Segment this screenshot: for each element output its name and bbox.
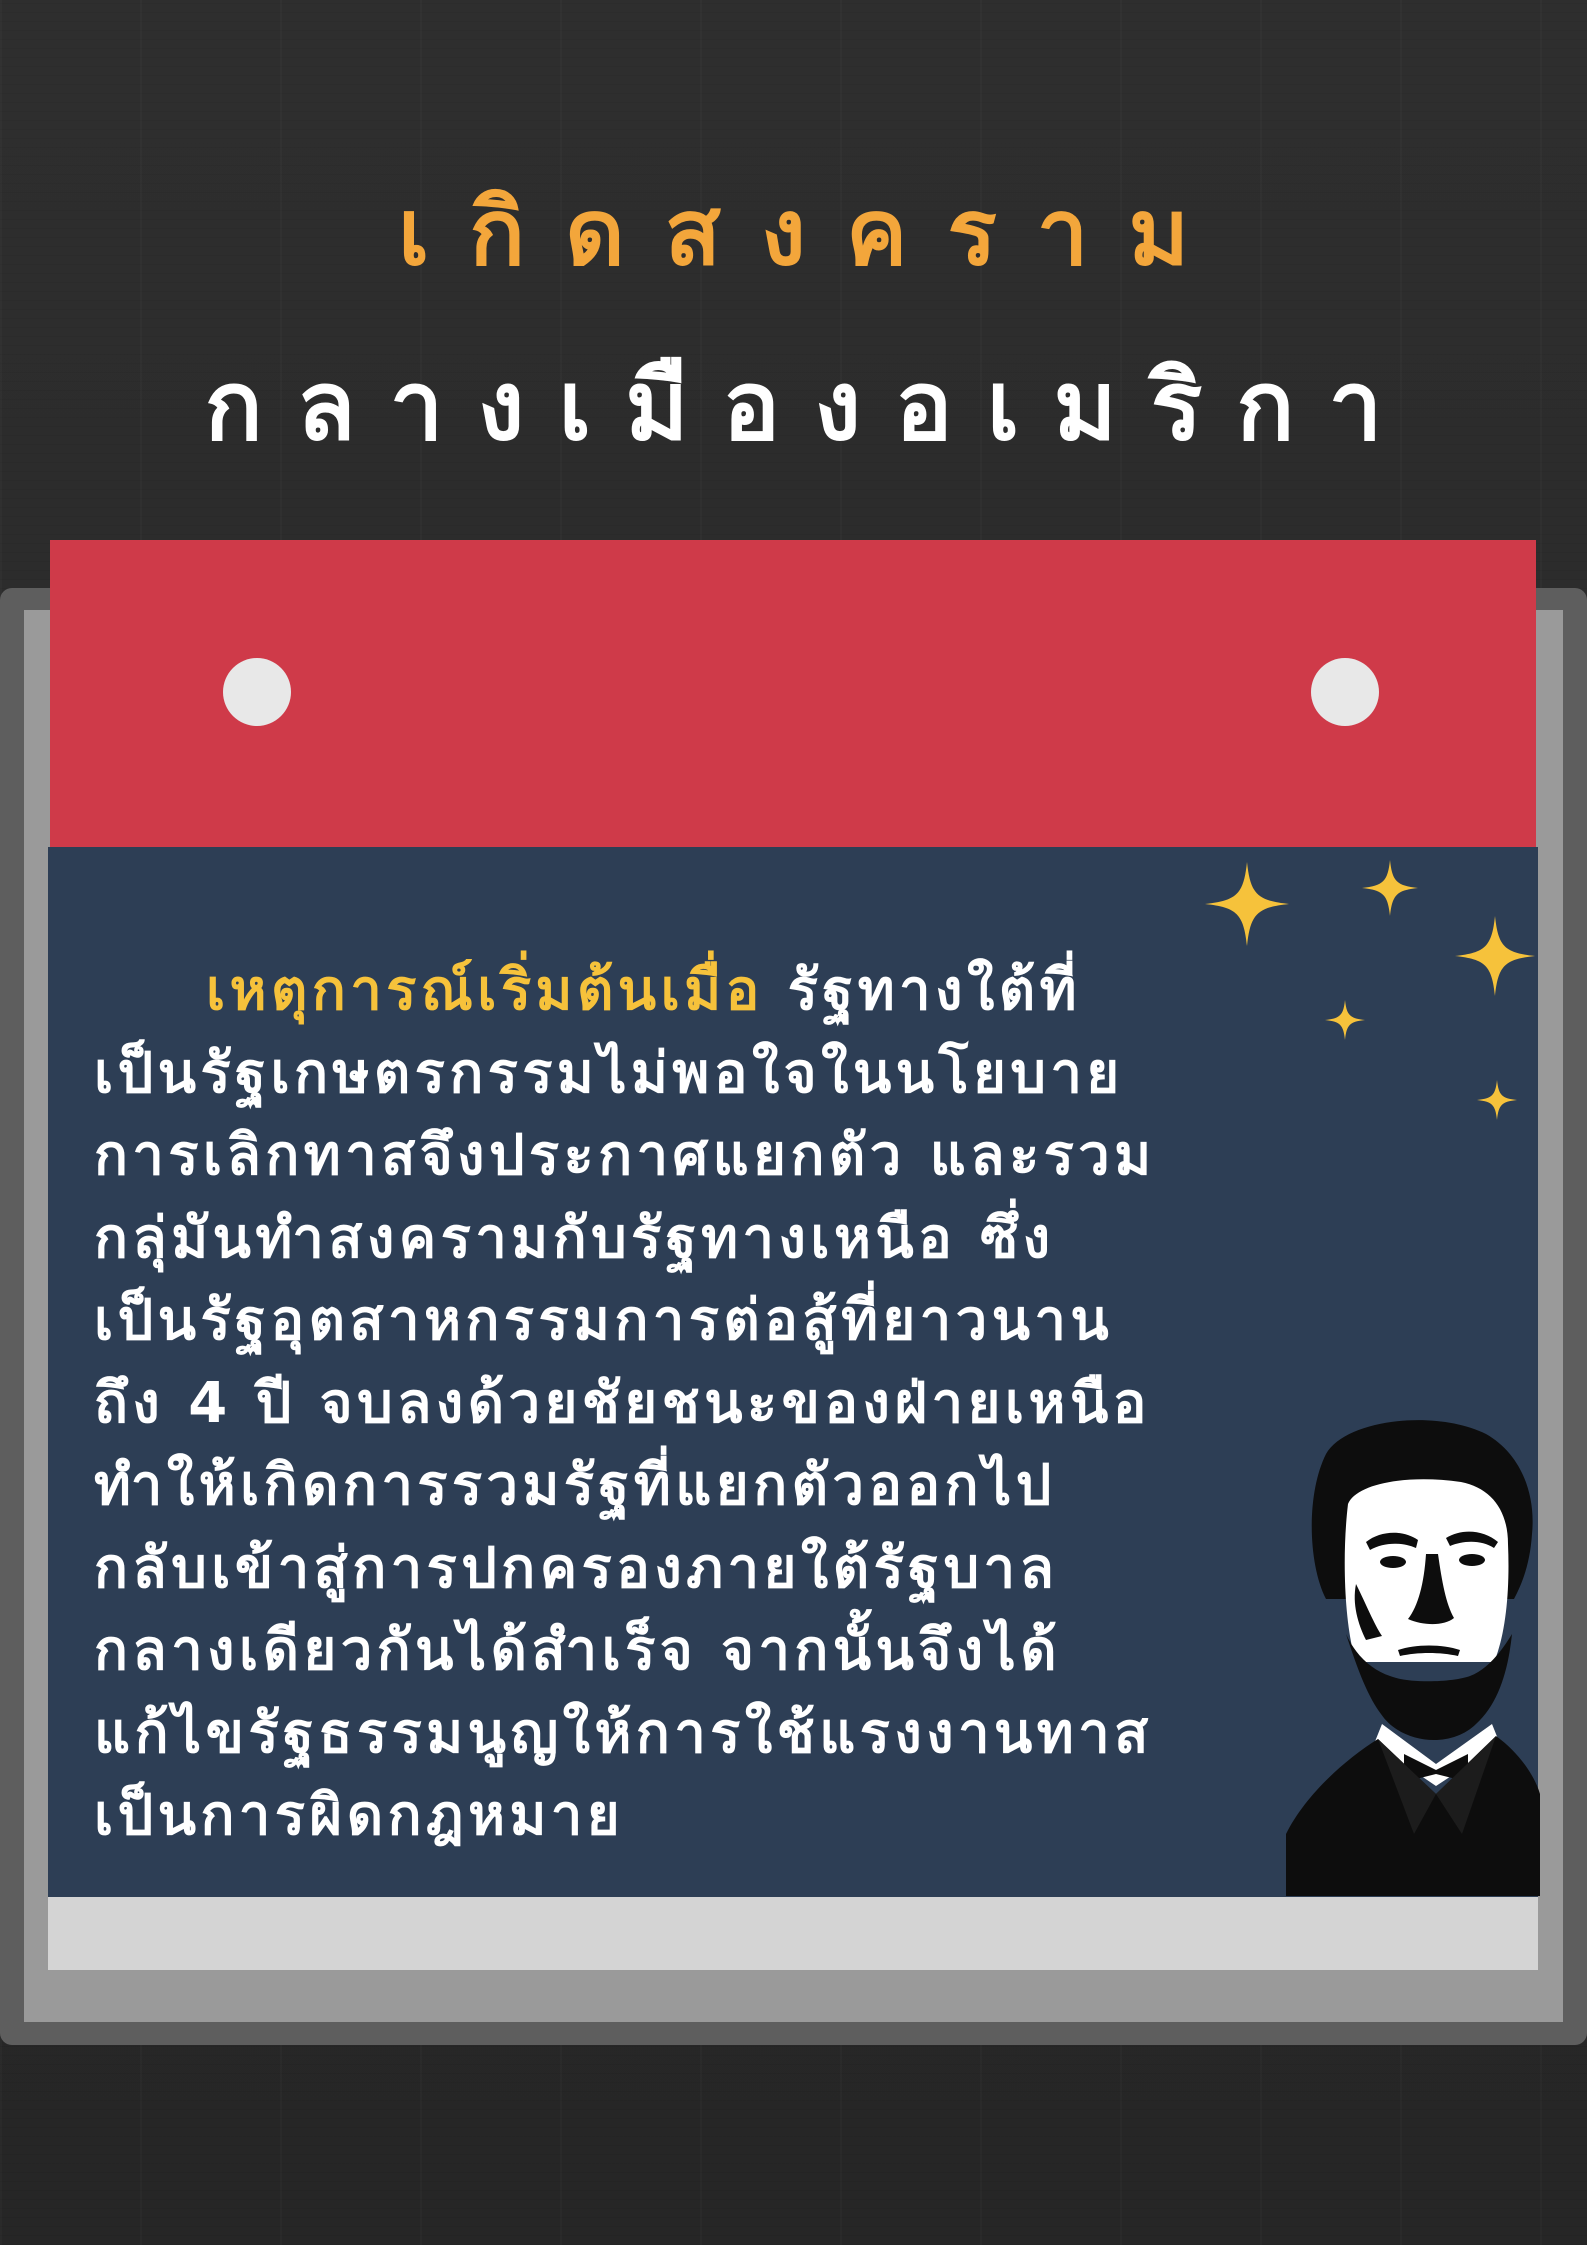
- body-line-text: รัฐทางใต้ที่: [763, 958, 1082, 1023]
- calendar-ring-right: [1311, 658, 1379, 726]
- sparkle-star-icon: [1477, 1080, 1517, 1120]
- body-line: เป็นรัฐเกษตรกรรมไม่พอใจในนโยบาย: [94, 1040, 1124, 1106]
- sparkle-star-icon: [1455, 916, 1535, 996]
- body-line: เหตุการณ์เริ่มต้นเมื่อ รัฐทางใต้ที่: [94, 950, 1354, 1033]
- calendar-page-edge: [48, 1890, 1538, 1970]
- body-line: แก้ไขรัฐธรรมนูญให้การใช้แรงงานทาส: [94, 1700, 1153, 1766]
- title-line-2: กลางเมืองอเมริกา: [204, 350, 1417, 462]
- body-line: กลุ่มันทำสงครามกับรัฐทางเหนือ ซึ่ง: [94, 1205, 1055, 1271]
- calendar-ring-left: [223, 658, 291, 726]
- body-line: เป็นการผิดกฎหมาย: [94, 1783, 625, 1848]
- body-line: กลางเดียวกันได้สำเร็จ จากนั้นจึงได้: [94, 1618, 1062, 1683]
- body-line: กลับเข้าสู่การปกครองภายใต้รัฐบาล: [94, 1535, 1059, 1601]
- title-line-1: เกิดสงคราม: [397, 179, 1230, 286]
- body-line: ถึง 4 ปี จบลงด้วยชัยชนะของฝ่ายเหนือ: [94, 1370, 1151, 1436]
- body-line: การเลิกทาสจึงประกาศแยกตัว และรวม: [94, 1123, 1156, 1188]
- body-paragraph: เหตุการณ์เริ่มต้นเมื่อ รัฐทางใต้ที่ เป็น…: [94, 950, 1354, 1858]
- lincoln-portrait-illustration: [1286, 1420, 1540, 1896]
- body-line: ทำให้เกิดการรวมรัฐที่แยกตัวออกไป: [94, 1453, 1056, 1518]
- sparkle-star-icon: [1362, 860, 1418, 916]
- body-line: เป็นรัฐอุตสาหกรรมการต่อสู้ที่ยาวนาน: [94, 1288, 1114, 1353]
- lead-text: เหตุการณ์เริ่มต้นเมื่อ: [206, 958, 764, 1023]
- sparkle-star-icon: [1205, 862, 1289, 946]
